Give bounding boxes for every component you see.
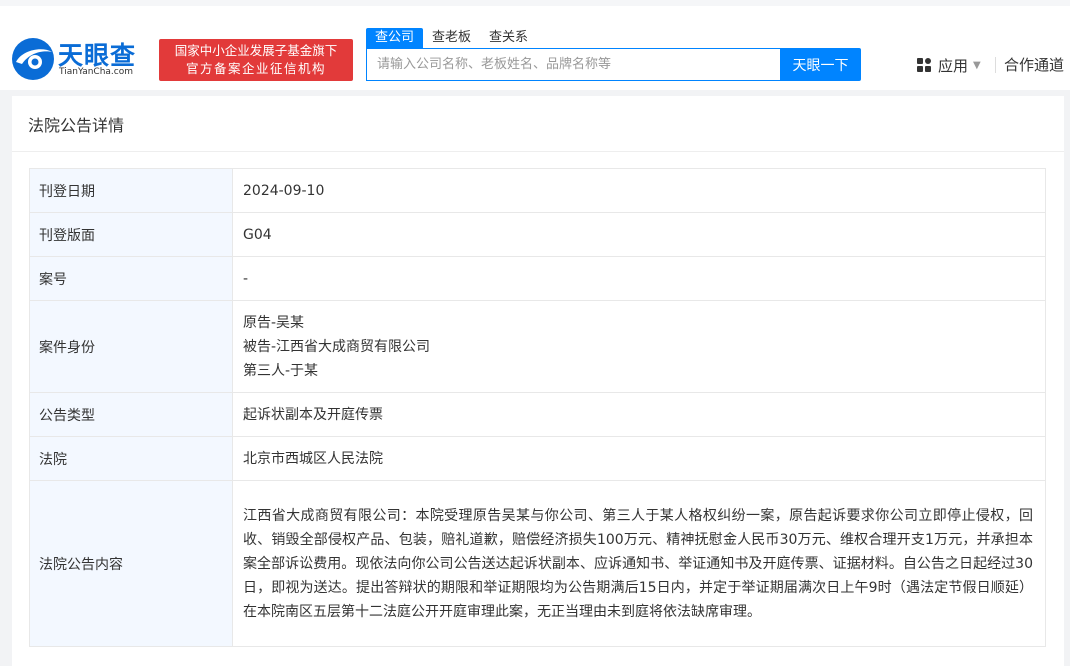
row-key: 法院: [29, 436, 233, 481]
slogan-line-2: 官方备案企业征信机构: [185, 61, 326, 76]
row-key: 案号: [29, 256, 233, 301]
row-value: G04: [232, 212, 1046, 257]
table-row: 法院 北京市西城区人民法院: [29, 436, 1046, 481]
announcement-content: 江西省大成商贸有限公司：本院受理原告吴某与你公司、第三人于某人格权纠纷一案，原告…: [232, 480, 1046, 647]
row-value: 北京市西城区人民法院: [232, 436, 1046, 481]
tab-relation[interactable]: 查关系: [480, 28, 537, 48]
table-row: 法院公告内容 江西省大成商贸有限公司：本院受理原告吴某与你公司、第三人于某人格权…: [29, 480, 1046, 647]
apps-label: 应用: [938, 56, 969, 75]
apps-grid-icon: [917, 58, 931, 72]
slogan-line-1: 国家中小企业发展子基金旗下: [174, 43, 338, 58]
brand-domain: TianYanCha.com: [59, 67, 134, 77]
row-key: 公告类型: [29, 392, 233, 437]
party-plaintiff: 原告-吴某: [243, 314, 305, 331]
party-defendant: 被告-江西省大成商贸有限公司: [243, 338, 431, 355]
row-key: 刊登版面: [29, 212, 233, 257]
chevron-down-icon: ▼: [973, 59, 981, 71]
row-key: 法院公告内容: [29, 480, 233, 647]
eye-logo-icon: [12, 38, 54, 80]
party-third: 第三人-于某: [243, 362, 319, 379]
apps-menu[interactable]: 应用 ▼: [916, 54, 981, 76]
page-title: 法院公告详情: [28, 116, 125, 135]
row-value: 起诉状副本及开庭传票: [232, 392, 1046, 437]
detail-card: 法院公告详情 刊登日期 2024-09-10 刊登版面 G04 案号 - 案件身…: [12, 96, 1064, 666]
row-key: 刊登日期: [29, 168, 233, 213]
table-row: 公告类型 起诉状副本及开庭传票: [29, 392, 1046, 437]
tab-company[interactable]: 查公司: [366, 28, 424, 48]
table-row: 刊登日期 2024-09-10: [29, 168, 1046, 213]
detail-table: 刊登日期 2024-09-10 刊登版面 G04 案号 - 案件身份 原告-吴某…: [29, 168, 1046, 647]
row-value: -: [232, 256, 1046, 301]
row-key: 案件身份: [29, 300, 233, 393]
tab-boss[interactable]: 查老板: [423, 28, 480, 48]
top-navbar: 天眼查 TianYanCha.com 国家中小企业发展子基金旗下 官方备案企业征…: [0, 0, 1070, 90]
row-value: 2024-09-10: [232, 168, 1046, 213]
table-row: 刊登版面 G04: [29, 212, 1046, 257]
table-row: 案件身份 原告-吴某 被告-江西省大成商贸有限公司 第三人-于某: [29, 300, 1046, 393]
nav-divider: [995, 57, 996, 73]
search-tabs: 查公司 查老板 查关系: [366, 28, 537, 48]
search-button[interactable]: 天眼一下: [780, 48, 861, 81]
table-row: 案号 -: [29, 256, 1046, 301]
cooperation-link[interactable]: 合作通道: [1004, 54, 1064, 76]
search-input[interactable]: [367, 49, 780, 80]
search-box: [366, 48, 780, 81]
title-divider: [12, 151, 1064, 152]
slogan-badge: 国家中小企业发展子基金旗下 官方备案企业征信机构: [159, 39, 353, 81]
brand-logo[interactable]: 天眼查 TianYanCha.com: [10, 36, 150, 84]
row-value: 原告-吴某 被告-江西省大成商贸有限公司 第三人-于某: [232, 300, 1046, 393]
